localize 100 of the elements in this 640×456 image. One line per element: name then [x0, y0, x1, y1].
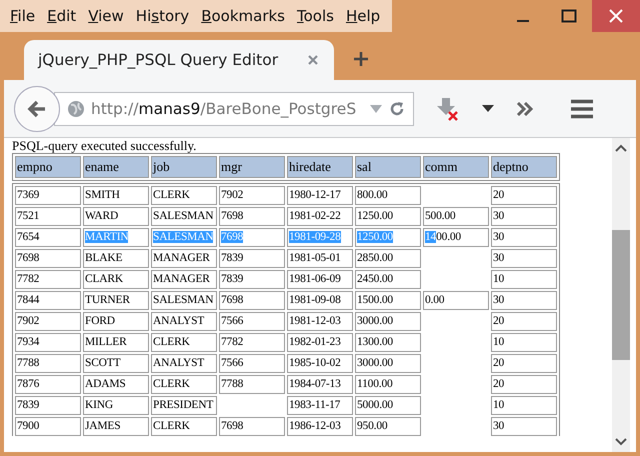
table-cell: 1250.00: [355, 207, 421, 226]
table-cell: 20: [491, 375, 557, 394]
table-cell: 0.00: [423, 291, 489, 310]
table-cell: CLERK: [151, 333, 217, 352]
table-cell: 7788: [15, 354, 81, 373]
table-cell: 20: [491, 186, 557, 205]
browser-tab[interactable]: jQuery_PHP_PSQL Query Editor: [24, 40, 334, 80]
table-cell: 2450.00: [355, 270, 421, 289]
tab-title: jQuery_PHP_PSQL Query Editor: [38, 51, 278, 69]
table-cell: ANALYST: [151, 312, 217, 331]
column-header: job: [151, 156, 217, 178]
close-button[interactable]: [592, 0, 640, 32]
scroll-down-icon[interactable]: [615, 438, 627, 446]
menu-item[interactable]: Tools: [291, 0, 340, 32]
table-cell: 7782: [219, 333, 285, 352]
table-cell: 1981-05-01: [287, 249, 353, 268]
table-cell: 1981-06-09: [287, 270, 353, 289]
table-cell: MARTIN: [83, 228, 149, 247]
minimize-icon: [517, 20, 529, 22]
scroll-up-icon[interactable]: [615, 144, 627, 152]
table-cell: SALESMAN: [151, 207, 217, 226]
back-arrow-icon: [27, 100, 47, 118]
menu-icon[interactable]: [570, 98, 594, 118]
column-header: deptno: [491, 156, 557, 178]
table-cell: 1981-12-03: [287, 312, 353, 331]
table-cell: CLERK: [151, 417, 217, 436]
table-cell: 7844: [15, 291, 81, 310]
menu-item[interactable]: Bookmarks: [195, 0, 291, 32]
menu-item[interactable]: File: [4, 0, 42, 32]
table-cell: ANALYST: [151, 354, 217, 373]
table-cell: 1400.00: [423, 228, 489, 247]
table-cell: 1981-09-28: [287, 228, 353, 247]
table-cell: 20: [491, 354, 557, 373]
dropdown-icon[interactable]: [369, 104, 383, 114]
table-cell: 7566: [219, 312, 285, 331]
column-header: ename: [83, 156, 149, 178]
table-cell: 1981-02-22: [287, 207, 353, 226]
table-cell: 2850.00: [355, 249, 421, 268]
address-bar[interactable]: http://manas9/BareBone_PostgreS: [54, 92, 414, 126]
column-header: empno: [15, 156, 81, 178]
caret-icon[interactable]: [482, 104, 494, 112]
table-cell: BLAKE: [83, 249, 149, 268]
table-cell: 7369: [15, 186, 81, 205]
table-cell: 3000.00: [355, 312, 421, 331]
overflow-icon[interactable]: [516, 102, 534, 116]
table-cell: JAMES: [83, 417, 149, 436]
close-tab-icon[interactable]: [308, 55, 318, 65]
table-cell: ADAMS: [83, 375, 149, 394]
table-cell: SALESMAN: [151, 228, 217, 247]
scrollbar[interactable]: [612, 138, 630, 452]
table-cell: 7788: [219, 375, 285, 394]
table-cell: 950.00: [355, 417, 421, 436]
table-cell: 1100.00: [355, 375, 421, 394]
table-cell: KING: [83, 396, 149, 415]
table-cell: MANAGER: [151, 270, 217, 289]
back-button[interactable]: [14, 86, 60, 132]
table-cell: 1982-01-23: [287, 333, 353, 352]
table-cell: 1500.00: [355, 291, 421, 310]
table-cell: 1984-07-13: [287, 375, 353, 394]
menu-item[interactable]: View: [82, 0, 130, 32]
table-cell: CLERK: [151, 375, 217, 394]
table-cell: WARD: [83, 207, 149, 226]
maximize-icon: [561, 9, 577, 23]
table-cell: SMITH: [83, 186, 149, 205]
table-cell: 7566: [219, 354, 285, 373]
table-cell: 7698: [219, 228, 285, 247]
table-cell: 7698: [15, 249, 81, 268]
table-cell: 7839: [219, 249, 285, 268]
status-message: PSQL-query executed successfully.: [12, 139, 198, 153]
table-cell: 30: [491, 291, 557, 310]
table-cell: 1980-12-17: [287, 186, 353, 205]
table-cell: 800.00: [355, 186, 421, 205]
column-header: sal: [355, 156, 421, 178]
menu-item[interactable]: History: [130, 0, 196, 32]
table-cell: PRESIDENT: [151, 396, 217, 415]
table-cell: 3000.00: [355, 354, 421, 373]
table-cell: 1300.00: [355, 333, 421, 352]
download-icon[interactable]: [436, 96, 460, 122]
table-cell: 1250.00: [355, 228, 421, 247]
table-cell: 7698: [219, 291, 285, 310]
column-header: mgr: [219, 156, 285, 178]
table-cell: 10: [491, 270, 557, 289]
table-cell: CLARK: [83, 270, 149, 289]
table-cell: SALESMAN: [151, 291, 217, 310]
table-cell: 7902: [15, 312, 81, 331]
new-tab-icon[interactable]: [354, 52, 368, 66]
column-header: comm: [423, 156, 489, 178]
table-cell: 1985-10-02: [287, 354, 353, 373]
table-cell: SCOTT: [83, 354, 149, 373]
close-icon: [609, 9, 623, 23]
menu-item[interactable]: Edit: [41, 0, 82, 32]
menu-item[interactable]: Help: [340, 0, 386, 32]
reload-icon[interactable]: [389, 100, 405, 116]
table-cell: 20: [491, 312, 557, 331]
table-cell: 5000.00: [355, 396, 421, 415]
table-cell: 7839: [219, 270, 285, 289]
table-cell: 30: [491, 207, 557, 226]
table-cell: 7698: [219, 207, 285, 226]
table-cell: 7654: [15, 228, 81, 247]
table-cell: TURNER: [83, 291, 149, 310]
